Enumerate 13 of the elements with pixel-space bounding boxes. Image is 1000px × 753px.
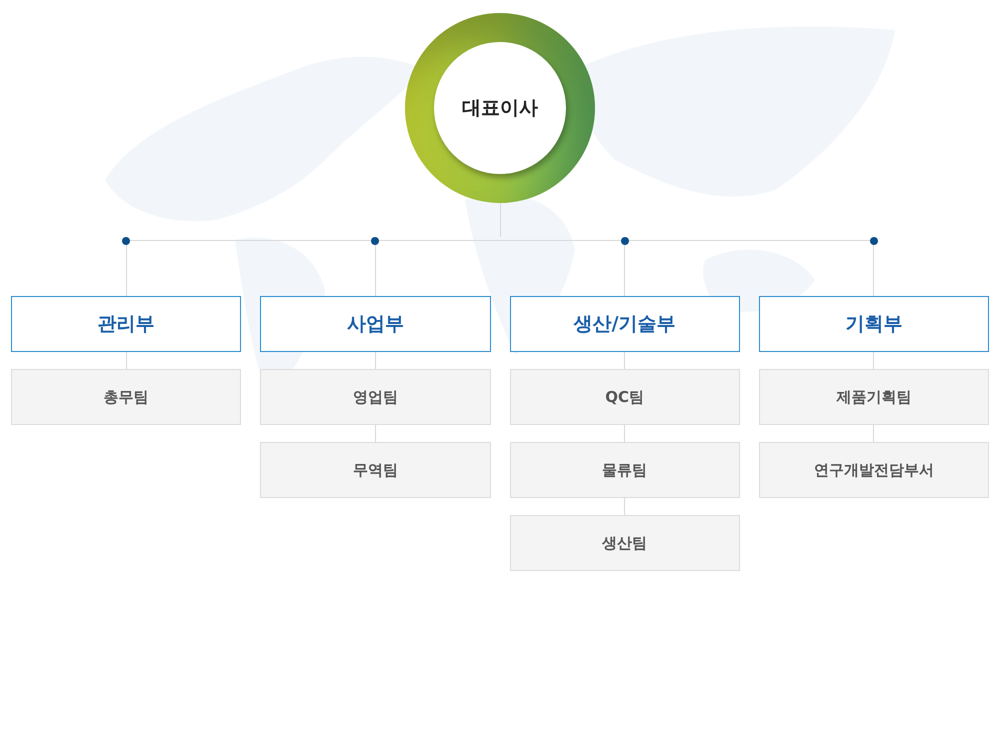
team-node: 생산팀: [510, 515, 740, 571]
department-node: 관리부: [11, 296, 242, 352]
team-node: 영업팀: [260, 369, 490, 425]
team-node: 연구개발전담부서: [758, 442, 989, 498]
department-node: 사업부: [260, 296, 490, 352]
department-node: 생산/기술부: [510, 296, 740, 352]
team-node: 총무팀: [11, 369, 242, 425]
team-node: QC팀: [510, 369, 740, 425]
department-node: 기획부: [758, 296, 989, 352]
team-node: 무역팀: [260, 442, 490, 498]
team-node: 물류팀: [510, 442, 740, 498]
ceo-node: 대표이사: [434, 42, 566, 174]
team-node: 제품기획팀: [758, 369, 989, 425]
